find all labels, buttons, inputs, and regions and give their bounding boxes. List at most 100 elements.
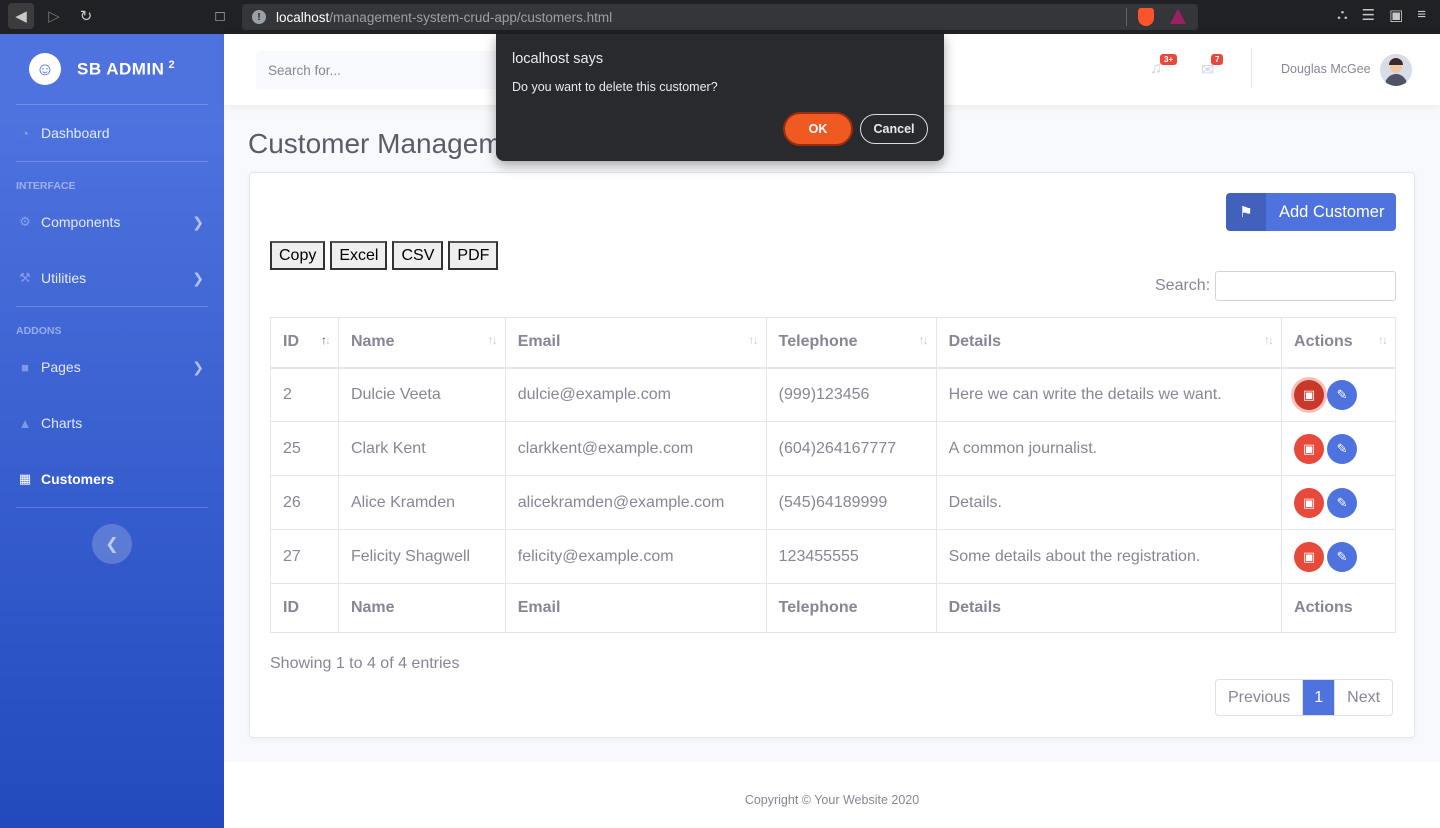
sort-icon: ↑↓ [748,333,759,347]
cell-actions: ▣ ✎ [1281,367,1396,422]
brand-text: SB ADMIN 2 [77,58,176,79]
dialog-title: localhost says [512,51,604,67]
edit-button[interactable]: ✎ [1327,541,1358,572]
footer-header-actions: Actions [1281,583,1396,633]
cell-email: clarkkent@example.com [504,421,767,476]
edit-icon: ✎ [1336,494,1348,510]
sidebar-item-dashboard[interactable]: ◔ Dashboard [0,105,224,161]
alerts-badge: 3+ [1160,54,1178,65]
table-info: Showing 1 to 4 of 4 entries [270,655,460,672]
dialog-cancel-button[interactable]: Cancel [860,114,928,144]
cell-email: felicity@example.com [504,529,767,584]
pdf-button[interactable]: PDF [448,241,499,270]
search-input[interactable] [256,51,516,89]
chart-area-icon: ▲ [18,415,32,431]
page-1-button[interactable]: 1 [1303,680,1335,715]
flag-icon: ⚑ [1226,193,1266,231]
add-customer-label: Add Customer [1279,202,1385,221]
bell-icon[interactable]: ♫ 3+ [1150,54,1178,78]
edit-button[interactable]: ✎ [1327,379,1358,410]
column-header-telephone[interactable]: Telephone ↑↓ [765,317,937,369]
next-page-button[interactable]: Next [1334,680,1393,715]
sort-asc-icon: ↑↓ [320,333,331,347]
topbar-divider [1251,48,1252,88]
url-path: /management-system-crud-app/customers.ht… [329,9,613,25]
dialog-message: Do you want to delete this customer? [512,80,718,94]
brave-rewards-icon[interactable] [1170,9,1186,24]
delete-button[interactable]: ▣ [1294,541,1325,572]
playlist-icon[interactable]: ☰ [1362,6,1375,24]
menu-icon[interactable]: ≡ [1417,6,1426,24]
copy-button[interactable]: Copy [270,241,326,270]
envelope-icon[interactable]: ✉ 7 [1201,54,1224,80]
table-row: 25 Clark Kent clarkkent@example.com (604… [270,421,1396,476]
sidebar-item-charts[interactable]: ▲ Charts [0,395,224,451]
footer-header-telephone: Telephone [765,583,937,633]
table-row: 26 Alice Kramden alicekramden@example.co… [270,475,1396,530]
wallet-icon[interactable]: ▣ [1389,6,1403,24]
pagination: Previous 1 Next [1215,679,1394,716]
delete-button[interactable]: ▣ [1294,433,1325,464]
chevron-right-icon: ❯ [192,358,204,375]
edit-button[interactable]: ✎ [1327,487,1358,518]
trash-icon: ▣ [1302,548,1316,564]
sidebar-item-label: Components [41,214,121,230]
sort-icon: ↑↓ [918,333,929,347]
sidebar-item-customers[interactable]: ▦ Customers [0,451,224,507]
tachometer-icon: ◔ [21,125,29,141]
wrench-icon: ⚒ [19,270,31,285]
sidebar-item-components[interactable]: ⚙ Components ❯ [0,194,224,250]
sidebar-item-pages[interactable]: ■ Pages ❯ [0,339,224,395]
sidebar: ☺ SB ADMIN 2 ◔ Dashboard Interface ⚙ Comp… [0,34,224,828]
previous-page-button[interactable]: Previous [1216,680,1304,715]
extensions-icon[interactable]: ⛬ [1337,6,1348,24]
trash-icon: ▣ [1302,386,1316,402]
avatar[interactable] [1380,54,1412,86]
column-header-email[interactable]: Email ↑↓ [504,317,767,369]
delete-button[interactable]: ▣ [1294,487,1325,518]
dialog-ok-button[interactable]: OK [785,114,851,144]
table-search-input[interactable] [1215,271,1396,301]
edit-button[interactable]: ✎ [1327,433,1358,464]
csv-button[interactable]: CSV [392,241,444,270]
folder-icon: ■ [21,359,29,375]
column-header-details[interactable]: Details ↑↓ [935,317,1283,369]
extension-icons: ⛬ ☰ ▣ ≡ [1337,6,1426,24]
delete-button[interactable]: ▣ [1294,379,1325,410]
cell-actions: ▣ ✎ [1281,529,1396,584]
address-bar[interactable]: ! localhost/management-system-crud-app/c… [242,4,1198,30]
sidebar-divider [16,306,208,307]
footer-header-name: Name [337,583,506,633]
table-row: 2 Dulcie Veeta dulcie@example.com (999)1… [270,367,1396,422]
chevron-right-icon: ❯ [192,213,204,230]
bookmark-icon[interactable]: □ [207,3,233,29]
sidebar-toggle-button[interactable]: ❮ [92,524,132,564]
user-name[interactable]: Douglas McGee [1281,62,1371,76]
cell-email: alicekramden@example.com [504,475,767,530]
cell-id: 26 [270,475,339,530]
sidebar-item-label: Dashboard [41,125,110,141]
cell-id: 27 [270,529,339,584]
customers-table: ID ↑↓ Name ↑↓ Email ↑↓ Telephone ↑↓ Details ↑… [270,317,1396,633]
trash-icon: ▣ [1302,440,1316,456]
laugh-wink-icon: ☺ [29,53,61,85]
column-header-name[interactable]: Name ↑↓ [337,317,506,369]
edit-icon: ✎ [1336,386,1348,402]
brave-shields-icon[interactable] [1138,8,1154,26]
forward-icon[interactable]: ▷ [41,3,67,29]
add-customer-button[interactable]: ⚑ Add Customer [1226,193,1396,231]
sidebar-brand[interactable]: ☺ SB ADMIN 2 [0,34,224,104]
site-info-icon[interactable]: ! [252,10,266,24]
footer-header-details: Details [935,583,1283,633]
sidebar-item-utilities[interactable]: ⚒ Utilities ❯ [0,250,224,306]
sort-icon: ↑↓ [1378,333,1388,347]
excel-button[interactable]: Excel [330,241,388,270]
footer-header-email: Email [504,583,767,633]
column-header-actions[interactable]: Actions ↑↓ [1281,317,1396,369]
column-header-id[interactable]: ID ↑↓ [270,317,339,369]
back-icon[interactable]: ◀ [8,3,34,29]
chevron-left-icon: ❮ [105,536,119,553]
cell-name: Dulcie Veeta [337,367,506,422]
reload-icon[interactable]: ↻ [73,3,99,29]
cell-telephone: 123455555 [765,529,937,584]
